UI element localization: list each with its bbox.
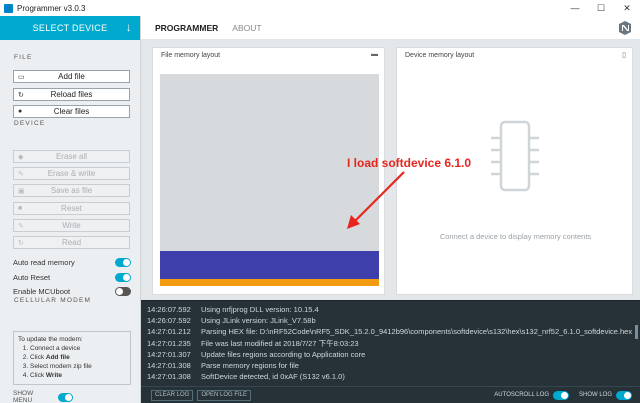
device-panel-header: Device memory layout ▯ bbox=[397, 48, 632, 62]
open-log-file-button[interactable]: OPEN LOG FILE bbox=[197, 389, 252, 401]
window-controls: — ☐ ✕ bbox=[562, 0, 640, 16]
mbr-region[interactable] bbox=[160, 279, 379, 286]
show-menu-label: SHOW MENU bbox=[13, 390, 34, 403]
save-as-file-button[interactable]: ▣ Save as file bbox=[13, 184, 130, 197]
file-panel-title: File memory layout bbox=[161, 51, 221, 59]
close-button[interactable]: ✕ bbox=[614, 0, 640, 16]
auto-reset-row: Auto Reset bbox=[13, 272, 131, 283]
log-line: 14:26:07.592 Using JLink version: JLink_V… bbox=[147, 316, 316, 326]
modem-step-4: Click Write bbox=[30, 371, 126, 380]
title-bar: Programmer v3.0.3 — ☐ ✕ bbox=[0, 0, 640, 16]
device-panel-title: Device memory layout bbox=[405, 51, 475, 59]
log-line: 14:27:01.308 SoftDevice detected, id 0xAF… bbox=[147, 372, 345, 382]
file-section-title: FILE bbox=[14, 54, 33, 61]
erase-write-label: Erase & write bbox=[47, 169, 96, 178]
folder-icon[interactable]: ▬ bbox=[371, 51, 378, 58]
cellular-modem-section-title: CELLULAR MODEM bbox=[14, 297, 92, 304]
log-line: 14:27:01.308 Parse memory regions for fil… bbox=[147, 360, 299, 370]
select-device-label: SELECT DEVICE bbox=[32, 23, 108, 33]
annotation-arrow bbox=[347, 171, 405, 229]
save-as-file-label: Save as file bbox=[50, 186, 93, 195]
tab-programmer[interactable]: PROGRAMMER bbox=[155, 23, 218, 33]
softdevice-region[interactable] bbox=[160, 251, 379, 279]
sidebar: SELECT DEVICE ↓ FILE ▭ Add file ↻ Reload… bbox=[0, 16, 141, 403]
autoscroll-log-row: AUTOSCROLL LOG bbox=[494, 390, 569, 400]
modem-step-3: Select modem zip file bbox=[30, 362, 126, 371]
device-memory-layout-panel: Device memory layout ▯ Connect a device … bbox=[396, 47, 633, 295]
write-label: Write bbox=[62, 221, 81, 230]
pencil-icon: ✎ bbox=[18, 222, 24, 230]
stop-icon: ■ bbox=[18, 205, 23, 212]
folder-open-icon: ▭ bbox=[18, 73, 25, 81]
auto-reset-toggle[interactable] bbox=[115, 273, 131, 282]
show-menu-row: SHOW MENU bbox=[13, 390, 73, 403]
auto-reset-label: Auto Reset bbox=[13, 273, 51, 282]
nordic-logo-icon bbox=[619, 21, 631, 35]
clear-files-label: Clear files bbox=[53, 107, 90, 116]
show-menu-toggle[interactable] bbox=[57, 392, 73, 402]
log-line: 14:27:01.235 File was last modified at 20… bbox=[147, 338, 359, 348]
log-scrollbar[interactable] bbox=[635, 325, 638, 339]
chip-icon bbox=[491, 120, 539, 192]
log-panel: 14:26:07.592 Using nrfjprog DLL version: … bbox=[141, 300, 640, 386]
save-icon: ▣ bbox=[18, 187, 25, 195]
device-hint-text: Connect a device to display memory conte… bbox=[439, 232, 592, 241]
refresh-icon: ↻ bbox=[18, 91, 24, 99]
clear-log-button[interactable]: CLEAR LOG bbox=[151, 389, 194, 401]
enable-mcuboot-row: Enable MCUboot bbox=[13, 286, 131, 297]
file-panel-header: File memory layout ▬ bbox=[153, 48, 384, 62]
modem-instructions: To update the modem: Connect a device Cl… bbox=[13, 331, 131, 385]
reset-button[interactable]: ■ Reset bbox=[13, 202, 130, 215]
read-label: Read bbox=[61, 238, 82, 247]
reload-files-button[interactable]: ↻ Reload files bbox=[13, 88, 130, 101]
modem-step-2: Click Add file bbox=[30, 353, 126, 362]
auto-read-memory-label: Auto read memory bbox=[13, 258, 75, 267]
erase-all-label: Erase all bbox=[55, 152, 88, 161]
reset-label: Reset bbox=[61, 204, 82, 213]
eraser-icon: ◆ bbox=[18, 153, 24, 161]
autoscroll-log-toggle[interactable] bbox=[552, 390, 569, 400]
minimize-button[interactable]: — bbox=[562, 0, 588, 16]
tab-about[interactable]: ABOUT bbox=[232, 23, 261, 33]
arrow-down-icon: ↓ bbox=[125, 20, 132, 34]
chip-small-icon: ▯ bbox=[622, 52, 626, 59]
auto-read-memory-row: Auto read memory bbox=[13, 257, 131, 268]
log-line: 14:26:07.592 Using nrfjprog DLL version: … bbox=[147, 305, 319, 314]
maximize-button[interactable]: ☐ bbox=[588, 0, 614, 16]
erase-all-button[interactable]: ◆ Erase all bbox=[13, 150, 130, 163]
clear-files-button[interactable]: ● Clear files bbox=[13, 105, 130, 118]
app-icon bbox=[4, 3, 13, 13]
log-footer: CLEAR LOG OPEN LOG FILE AUTOSCROLL LOG S… bbox=[141, 386, 640, 403]
reload-files-label: Reload files bbox=[50, 90, 93, 99]
write-button[interactable]: ✎ Write bbox=[13, 219, 130, 232]
autoscroll-log-label: AUTOSCROLL LOG bbox=[494, 392, 549, 398]
modem-intro: To update the modem: bbox=[18, 336, 83, 343]
add-file-label: Add file bbox=[58, 72, 85, 81]
refresh-icon: ↻ bbox=[18, 239, 24, 247]
log-line: 14:27:01.212 Parsing HEX file: D:\nRF52Co… bbox=[147, 327, 633, 337]
show-log-label: SHOW LOG bbox=[578, 392, 612, 398]
pencil-icon: ✎ bbox=[18, 170, 24, 178]
auto-read-memory-toggle[interactable] bbox=[115, 258, 131, 267]
show-log-toggle[interactable] bbox=[616, 390, 632, 400]
enable-mcuboot-label: Enable MCUboot bbox=[13, 287, 71, 296]
show-log-row: SHOW LOG bbox=[578, 390, 632, 400]
erase-write-button[interactable]: ✎ Erase & write bbox=[13, 167, 130, 180]
top-nav: PROGRAMMER ABOUT bbox=[141, 16, 640, 40]
select-device-button[interactable]: SELECT DEVICE ↓ bbox=[0, 16, 140, 40]
modem-step-1: Connect a device bbox=[30, 344, 126, 353]
add-file-button[interactable]: ▭ Add file bbox=[13, 70, 130, 83]
log-line: 14:27:01.307 Update files regions accordi… bbox=[147, 349, 366, 359]
clear-icon: ● bbox=[18, 108, 23, 115]
read-button[interactable]: ↻ Read bbox=[13, 236, 130, 249]
modem-steps: Connect a device Click Add file Select m… bbox=[30, 344, 126, 380]
enable-mcuboot-toggle[interactable] bbox=[115, 287, 131, 296]
window-title: Programmer v3.0.3 bbox=[17, 3, 86, 13]
device-section-title: DEVICE bbox=[14, 120, 46, 127]
